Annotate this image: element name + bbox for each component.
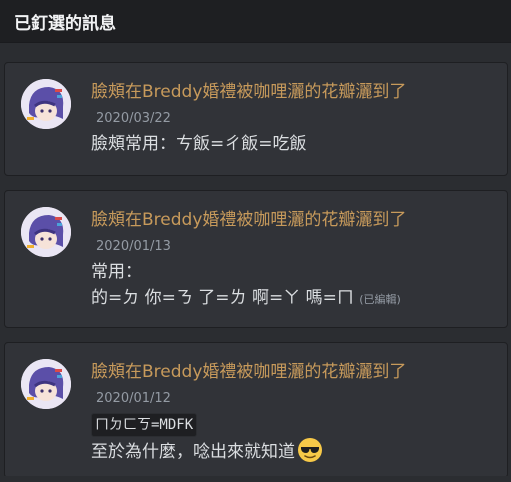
message-timestamp: 2020/01/12 <box>96 391 171 406</box>
message-content: ㄇㄉㄈㄎ=MDFK 至於為什麼，唸出來就知道 <box>91 411 323 471</box>
message-content: 常用： 的=ㄉ 你=ㄋ 了=ㄌ 啊=ㄚ 嗎=ㄇ (已編輯) <box>91 259 401 313</box>
edited-label: (已編輯) <box>359 293 401 306</box>
message-line: 臉頰常用：ㄘ飯=ㄔ飯=吃飯 <box>91 134 307 154</box>
pinned-messages-panel: 已釘選的訊息 臉頰在Breddy婚禮被咖哩灑的花瓣灑到了 2020/03/22 <box>0 0 511 482</box>
message-timestamp: 2020/01/13 <box>96 239 171 254</box>
message-line: 至於為什麼，唸出來就知道 <box>91 437 323 471</box>
panel-title: 已釘選的訊息 <box>14 13 116 34</box>
pinned-message-card[interactable]: 臉頰在Breddy婚禮被咖哩灑的花瓣灑到了 2020/03/22 臉頰常用：ㄘ飯… <box>4 62 508 176</box>
panel-bottom-edge <box>0 476 511 482</box>
inline-code: ㄇㄉㄈㄎ=MDFK <box>91 413 198 437</box>
message-author[interactable]: 臉頰在Breddy婚禮被咖哩灑的花瓣灑到了 <box>91 77 406 102</box>
message-author[interactable]: 臉頰在Breddy婚禮被咖哩灑的花瓣灑到了 <box>91 205 406 230</box>
message-text: 至於為什麼，唸出來就知道 <box>91 442 295 462</box>
sunglasses-emoji-icon <box>297 437 323 471</box>
message-text: 的=ㄉ 你=ㄋ 了=ㄌ 啊=ㄚ 嗎=ㄇ <box>91 288 354 308</box>
user-avatar-icon[interactable] <box>21 207 71 257</box>
message-content: 臉頰常用：ㄘ飯=ㄔ飯=吃飯 <box>91 131 307 157</box>
message-author[interactable]: 臉頰在Breddy婚禮被咖哩灑的花瓣灑到了 <box>91 357 406 382</box>
pinned-message-card[interactable]: 臉頰在Breddy婚禮被咖哩灑的花瓣灑到了 2020/01/12 ㄇㄉㄈㄎ=MD… <box>4 342 508 478</box>
pinned-message-card[interactable]: 臉頰在Breddy婚禮被咖哩灑的花瓣灑到了 2020/01/13 常用： 的=ㄉ… <box>4 190 508 328</box>
user-avatar-icon[interactable] <box>21 79 71 129</box>
message-line: ㄇㄉㄈㄎ=MDFK <box>91 411 323 437</box>
message-line: 的=ㄉ 你=ㄋ 了=ㄌ 啊=ㄚ 嗎=ㄇ (已編輯) <box>91 285 401 313</box>
panel-header: 已釘選的訊息 <box>0 0 511 43</box>
message-line: 常用： <box>91 262 142 282</box>
user-avatar-icon[interactable] <box>21 359 71 409</box>
pinned-message-list: 臉頰在Breddy婚禮被咖哩灑的花瓣灑到了 2020/03/22 臉頰常用：ㄘ飯… <box>4 62 508 482</box>
message-timestamp: 2020/03/22 <box>96 111 171 126</box>
